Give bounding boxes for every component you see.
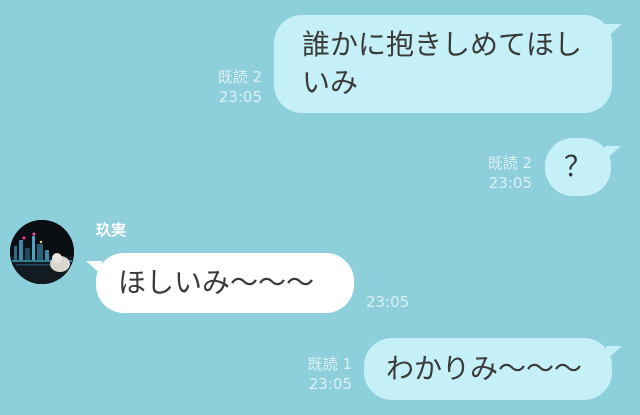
bubble-tail xyxy=(606,24,622,38)
sent-message-bubble[interactable]: 誰かに抱きしめてほし いみ xyxy=(274,15,612,113)
sender-name: 玖実 xyxy=(96,221,127,239)
message-meta: 既読 1 23:05 xyxy=(280,354,352,394)
message-time: 23:05 xyxy=(488,174,532,192)
message-line: 誰かに抱きしめてほし xyxy=(302,28,583,61)
read-receipt: 既読 1 xyxy=(307,355,352,373)
message-line: いみ xyxy=(302,66,359,99)
message-text: わかりみ〜〜〜 xyxy=(386,352,583,385)
read-receipt: 既読 2 xyxy=(217,68,262,86)
bubble-tail xyxy=(606,346,622,360)
avatar[interactable] xyxy=(10,220,74,284)
avatar-photo-icon xyxy=(10,220,74,284)
message-text: ほしいみ〜〜〜 xyxy=(118,266,315,299)
message-meta: 既読 2 23:05 xyxy=(190,67,262,107)
message-text: ？ xyxy=(563,150,592,183)
message-meta: 23:05 xyxy=(366,292,426,312)
message-meta: 既読 2 23:05 xyxy=(460,153,532,193)
read-receipt: 既読 2 xyxy=(487,154,532,172)
received-message-bubble[interactable]: ほしいみ〜〜〜 xyxy=(96,253,354,313)
message-time: 23:05 xyxy=(366,293,410,311)
message-time: 23:05 xyxy=(218,88,262,106)
chat-area[interactable]: 既読 2 23:05 誰かに抱きしめてほし いみ 既読 2 23:05 ？ 玖実… xyxy=(0,0,640,415)
message-time: 23:05 xyxy=(308,375,352,393)
sent-message-bubble[interactable]: ？ xyxy=(545,138,611,196)
bubble-tail xyxy=(605,146,621,160)
sent-message-bubble[interactable]: わかりみ〜〜〜 xyxy=(364,338,612,400)
message-text: 誰かに抱きしめてほし いみ xyxy=(302,26,582,102)
